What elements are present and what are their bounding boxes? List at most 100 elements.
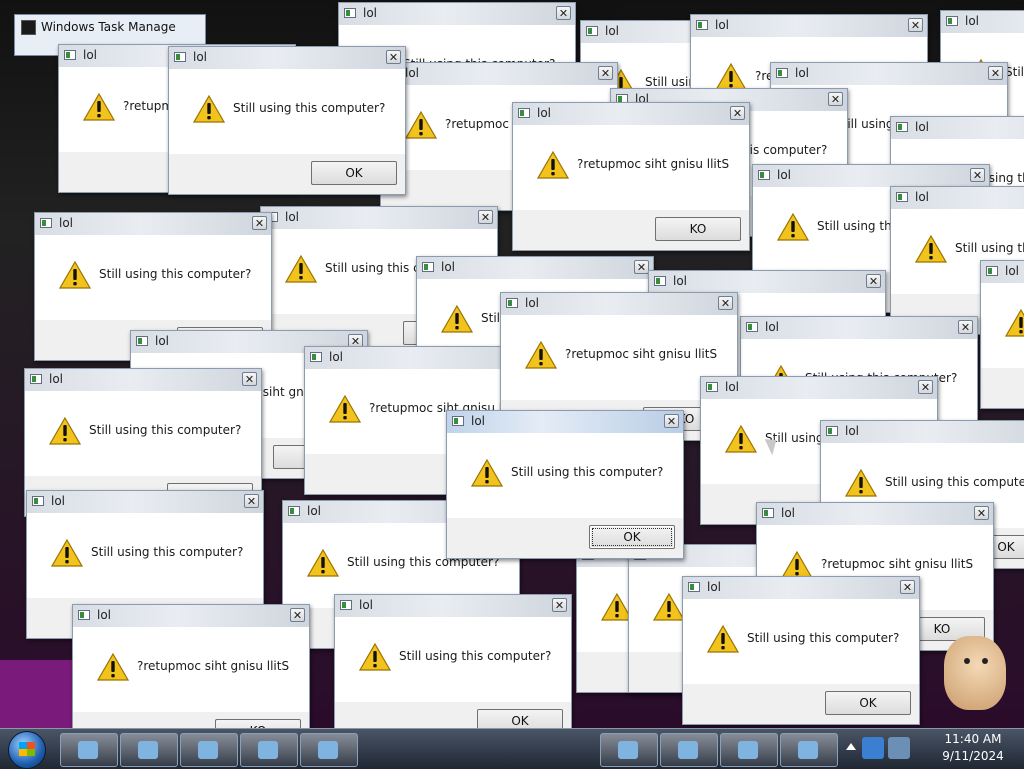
clock-date: 9/11/2024 [942,749,1004,763]
dialog-titlebar[interactable]: lol✕ [981,261,1024,284]
dialog-titlebar[interactable]: lol✕ [757,503,993,526]
taskbar-button[interactable] [120,733,178,767]
close-icon[interactable]: ✕ [828,92,843,106]
window-icon [344,8,356,18]
dialog-titlebar[interactable]: lol✕ [821,421,1024,444]
taskbar: 11:40 AM 9/11/2024 [0,728,1024,769]
taskbar-button[interactable] [60,733,118,767]
warning-icon [1004,308,1024,337]
lol-dialog[interactable]: lol✕?retupmoc siht gnisu llitSKO [980,260,1024,409]
close-icon[interactable]: ✕ [664,414,679,428]
dialog-titlebar[interactable]: lol✕ [381,63,617,86]
dialog-titlebar[interactable]: lol✕ [417,257,653,280]
close-icon[interactable]: ✕ [598,66,613,80]
warning-icon [914,234,948,263]
lol-dialog[interactable]: lol✕Still using this computer?OK [334,594,572,743]
dialog-titlebar[interactable]: lol✕ [891,187,1024,210]
window-icon [340,600,352,610]
ok-button[interactable]: OK [589,525,675,549]
dialog-title: lol [965,14,980,28]
taskbar-button[interactable] [600,733,658,767]
lol-dialog[interactable]: lol✕Still using this computer? OK [168,46,406,195]
close-icon[interactable]: ✕ [244,494,259,508]
warning-icon [82,92,116,121]
dialog-message: ?retupmoc siht gnisu llitS [137,659,290,673]
close-icon[interactable]: ✕ [866,274,881,288]
taskbar-button[interactable] [660,733,718,767]
dialog-message: Still using this computer? [399,649,552,663]
dialog-message: Still using this computer? [511,465,664,479]
warning-icon [724,424,758,453]
taskbar-button[interactable] [180,733,238,767]
action-center-flag-icon[interactable] [862,737,884,759]
close-icon[interactable]: ✕ [552,598,567,612]
cat-eye [964,658,970,664]
close-icon[interactable]: ✕ [386,50,401,64]
dialog-titlebar[interactable]: lol✕ [941,11,1024,34]
dialog-titlebar[interactable]: lol✕ [25,369,261,392]
dialog-titlebar[interactable]: lol✕ [169,47,405,70]
dialog-titlebar[interactable]: lol✕ [753,165,989,188]
dialog-titlebar[interactable]: lol✕ [891,117,1024,140]
dialog-titlebar[interactable]: lol ✕ [501,293,737,316]
close-icon[interactable]: ✕ [908,18,923,32]
dialog-titlebar[interactable]: lol✕ [691,15,927,38]
dialog-titlebar[interactable]: lol✕ [741,317,977,340]
dialog-titlebar[interactable]: lol✕ [683,577,919,600]
dialog-titlebar[interactable]: lol✕ [335,595,571,618]
lol-dialog[interactable]: lol✕ Still using this computer? OK [682,576,920,725]
app-icon [258,741,278,759]
dialog-titlebar[interactable]: lol✕ [513,103,749,126]
window-icon [32,496,44,506]
ok-button[interactable]: OK [311,161,397,185]
dialog-titlebar[interactable]: lol✕ [261,207,497,230]
close-icon[interactable]: ✕ [730,106,745,120]
show-hidden-icons-icon[interactable] [846,743,856,750]
app-icon [78,741,98,759]
close-icon[interactable]: ✕ [718,296,733,310]
taskbar-button[interactable] [720,733,778,767]
close-icon[interactable]: ✕ [290,608,305,622]
close-icon[interactable]: ✕ [918,380,933,394]
app-icon [738,741,758,759]
close-icon[interactable]: ✕ [556,6,571,20]
taskbar-button[interactable] [780,733,838,767]
lol-dialog-active[interactable]: lol ✕ Still using this computer? OK [446,410,684,559]
close-icon[interactable]: ✕ [242,372,257,386]
taskbar-button[interactable] [240,733,298,767]
window-icon [518,108,530,118]
taskbar-button[interactable] [300,733,358,767]
cat-sticker-image [944,636,1006,710]
system-clock[interactable]: 11:40 AM 9/11/2024 [938,731,1008,765]
warning-icon [192,94,226,123]
close-icon[interactable]: ✕ [988,66,1003,80]
close-icon[interactable]: ✕ [974,506,989,520]
dialog-message: Still using this computer? [747,631,900,645]
close-icon[interactable]: ✕ [634,260,649,274]
dialog-titlebar[interactable]: lol✕ [649,271,885,294]
close-icon[interactable]: ✕ [478,210,493,224]
dialog-titlebar[interactable]: lol✕ [339,3,575,26]
dialog-titlebar[interactable]: lol✕ [701,377,937,400]
dialog-title: lol [471,414,486,428]
close-icon[interactable]: ✕ [970,168,985,182]
close-icon[interactable]: ✕ [900,580,915,594]
dialog-body: ?retupmoc siht gnisu llitS [981,283,1024,368]
dialog-titlebar[interactable]: lol ✕ [447,411,683,434]
dialog-title: lol [525,296,540,310]
dialog-body: Still using this computer? [169,69,405,154]
ko-button[interactable]: KO [655,217,741,241]
ok-button[interactable]: OK [825,691,911,715]
dialog-titlebar[interactable]: lol✕ [771,63,1007,86]
close-icon[interactable]: ✕ [958,320,973,334]
dialog-titlebar[interactable]: lol✕ [27,491,263,514]
close-icon[interactable]: ✕ [252,216,267,230]
dialog-titlebar[interactable]: lol✕ [73,605,309,628]
dialog-body: Still using this computer? [335,617,571,702]
lol-dialog[interactable]: lol✕?retupmoc siht gnisu llitSKO [512,102,750,251]
start-button[interactable] [8,731,46,769]
dialog-titlebar[interactable]: lol✕ [35,213,271,236]
window-icon [174,52,186,62]
warning-icon [844,468,878,497]
network-icon[interactable] [888,737,910,759]
